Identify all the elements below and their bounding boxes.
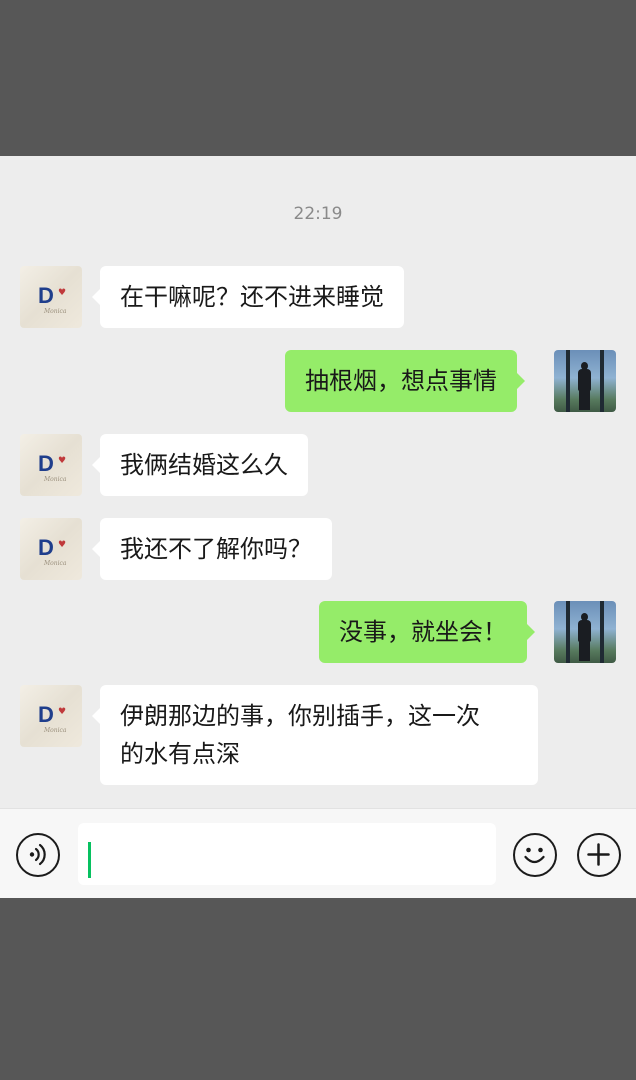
contact-avatar[interactable]: D ♥ Monica <box>20 434 82 496</box>
avatar-logo: D <box>38 451 54 476</box>
avatar-signature: Monica <box>44 476 67 483</box>
avatar-signature: Monica <box>44 560 67 567</box>
text-caret <box>88 842 91 878</box>
emoji-button[interactable] <box>513 833 557 877</box>
avatar-signature: Monica <box>44 727 67 734</box>
top-frame <box>0 0 636 156</box>
emoji-icon <box>524 847 545 864</box>
avatar-logo: D <box>38 283 54 308</box>
voice-button[interactable] <box>16 833 60 877</box>
plus-icon <box>587 843 610 866</box>
voice-icon <box>29 843 46 866</box>
heart-icon: ♥ <box>58 288 67 298</box>
message-bubble-received[interactable]: 在干嘛呢？还不进来睡觉 <box>92 266 404 328</box>
window-frame <box>600 350 604 412</box>
contact-avatar[interactable]: D ♥ Monica <box>20 518 82 580</box>
window-frame <box>566 601 570 663</box>
message-bubble-received[interactable]: 伊朗那边的事，你别插手，这一次 的水有点深 <box>92 685 538 785</box>
message-bubble-sent[interactable]: 没事，就坐会！ <box>319 601 535 663</box>
contact-avatar[interactable]: D ♥ Monica <box>20 685 82 747</box>
bottom-frame <box>0 898 636 1080</box>
chat-area[interactable]: 22:19 D ♥ Monica 在干嘛呢？还不进来睡觉 抽根烟，想点事情 D … <box>0 156 636 808</box>
self-avatar[interactable] <box>554 350 616 412</box>
message-bubble-sent[interactable]: 抽根烟，想点事情 <box>285 350 525 412</box>
window-frame <box>566 350 570 412</box>
avatar-logo: D <box>38 535 54 560</box>
avatar-signature: Monica <box>44 308 67 315</box>
heart-icon: ♥ <box>58 456 67 466</box>
heart-icon: ♥ <box>58 540 67 550</box>
message-input[interactable] <box>78 823 496 885</box>
window-frame <box>600 601 604 663</box>
avatar-logo: D <box>38 702 54 727</box>
contact-avatar[interactable]: D ♥ Monica <box>20 266 82 328</box>
message-bubble-received[interactable]: 我还不了解你吗？ <box>92 518 332 580</box>
self-avatar[interactable] <box>554 601 616 663</box>
plus-button[interactable] <box>577 833 621 877</box>
input-bar <box>0 808 636 898</box>
timestamp: 22:19 <box>293 204 343 224</box>
message-bubble-received[interactable]: 我俩结婚这么久 <box>92 434 308 496</box>
heart-icon: ♥ <box>58 707 67 717</box>
